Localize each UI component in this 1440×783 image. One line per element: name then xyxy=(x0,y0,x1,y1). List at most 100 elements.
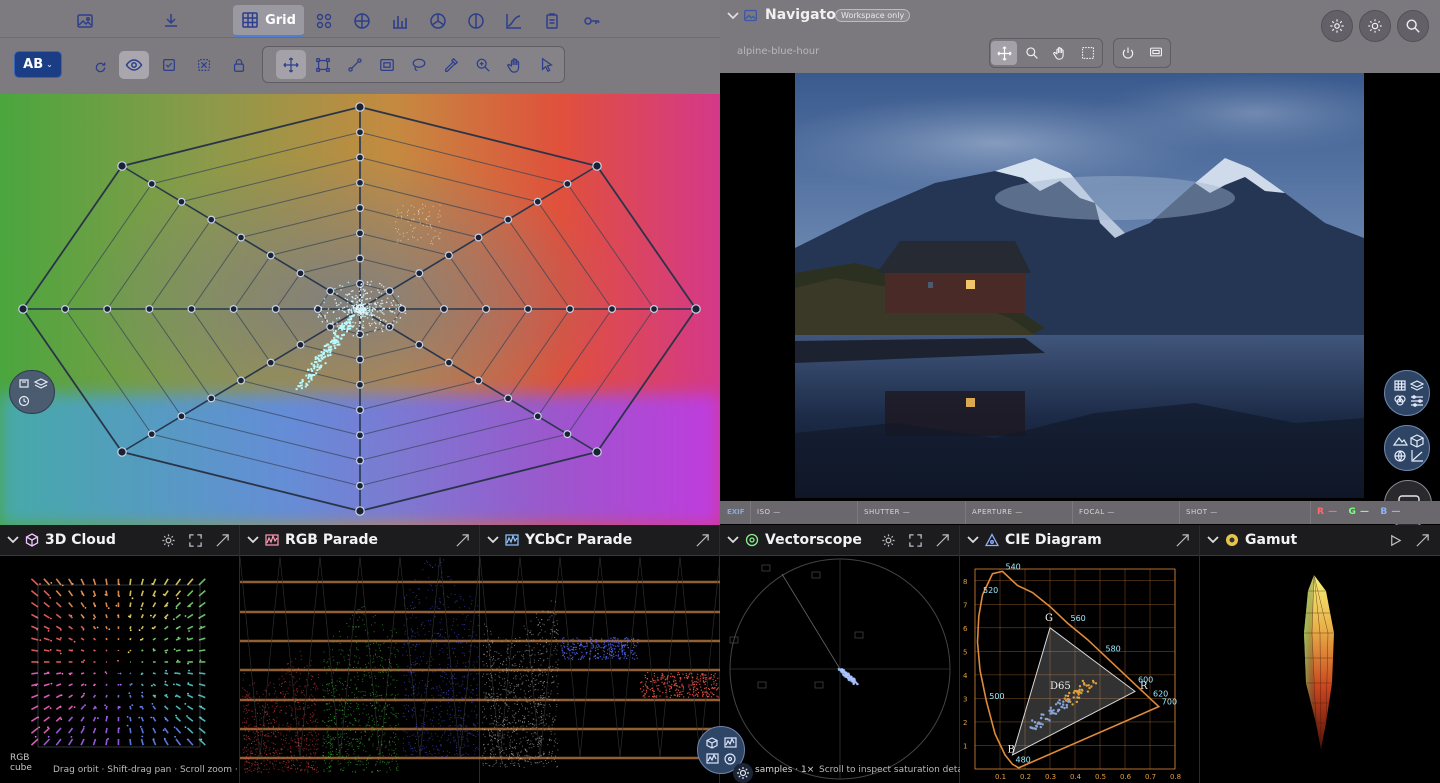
cloud-point xyxy=(96,626,99,629)
tab-grid[interactable]: Grid xyxy=(233,5,304,37)
ycbcr-sample xyxy=(551,755,552,757)
parade-sample xyxy=(402,670,404,672)
parade-sample xyxy=(279,711,281,713)
rgb-cube-cloud[interactable] xyxy=(20,573,220,763)
pointer-icon[interactable] xyxy=(536,54,558,76)
ycbcr-sample xyxy=(605,656,607,658)
web-node xyxy=(415,269,424,278)
ycbcr-sample xyxy=(675,680,677,682)
target-icon[interactable] xyxy=(351,10,373,32)
checkbox-icon[interactable] xyxy=(158,54,180,76)
zoom-icon[interactable] xyxy=(472,54,494,76)
parade-sample xyxy=(411,709,413,711)
key-icon[interactable] xyxy=(581,10,603,32)
rgb-parade-plot[interactable] xyxy=(240,557,480,783)
eyedropper-icon[interactable] xyxy=(440,54,462,76)
sun-icon[interactable] xyxy=(161,533,176,548)
refresh-icon[interactable] xyxy=(88,55,112,79)
transform-icon[interactable] xyxy=(312,54,334,76)
cloud-point xyxy=(50,617,52,620)
clipboard-icon[interactable] xyxy=(541,10,563,32)
chevron-down-icon[interactable] xyxy=(486,533,500,547)
ycbcr-sample xyxy=(529,758,531,760)
parade-sample xyxy=(462,717,464,719)
scopes-fab[interactable] xyxy=(1384,425,1430,471)
web-node xyxy=(444,251,453,260)
fullscreen-icon[interactable] xyxy=(908,533,923,548)
search-button[interactable] xyxy=(1397,10,1429,42)
parade-sample xyxy=(425,597,427,599)
marquee-icon[interactable] xyxy=(1078,43,1098,63)
parade-sample xyxy=(339,677,341,679)
parade-sample xyxy=(442,750,444,752)
chevron-down-icon[interactable] xyxy=(726,533,740,547)
parade-sample xyxy=(377,709,379,711)
chevron-down-icon[interactable] xyxy=(726,9,740,23)
ycbcr-sample xyxy=(604,651,606,653)
parade-sample xyxy=(368,724,370,726)
chevron-down-icon[interactable] xyxy=(6,533,20,547)
screen-icon[interactable] xyxy=(1146,42,1166,62)
image-icon[interactable] xyxy=(74,10,96,32)
layers-fab-button[interactable] xyxy=(9,370,55,414)
chevron-down-icon[interactable] xyxy=(246,533,260,547)
parade-sample xyxy=(322,684,323,686)
cie-diagram-plot[interactable]: 540560520580600620700500480GBD65 R0.1 0.2 0… xyxy=(960,557,1200,783)
brightness-button[interactable] xyxy=(1359,10,1391,42)
parade-sample xyxy=(364,694,366,696)
curve-icon[interactable] xyxy=(503,10,525,32)
search-icon[interactable] xyxy=(1022,43,1042,63)
settings-button[interactable] xyxy=(1321,10,1353,42)
download-icon[interactable] xyxy=(160,10,182,32)
grid-canvas[interactable] xyxy=(0,94,720,525)
expand-icon[interactable] xyxy=(935,533,950,548)
parade-sample xyxy=(456,695,458,697)
deselect-icon[interactable] xyxy=(193,54,215,76)
parade-sample xyxy=(334,739,336,740)
expand-icon[interactable] xyxy=(455,533,470,548)
ycbcr-sample xyxy=(527,715,529,716)
vectorscope-plot[interactable] xyxy=(720,557,960,783)
chevron-down-icon[interactable] xyxy=(966,533,980,547)
power-icon[interactable] xyxy=(1118,43,1138,63)
scatter-point xyxy=(358,304,361,306)
parade-sample xyxy=(279,706,281,708)
parade-sample xyxy=(324,739,326,740)
parade-sample xyxy=(466,737,468,739)
cloud-point xyxy=(105,738,108,746)
link-icon[interactable] xyxy=(344,54,366,76)
sun-icon[interactable] xyxy=(881,533,896,548)
expand-icon[interactable] xyxy=(695,533,710,548)
ycbcr-parade-plot[interactable] xyxy=(480,557,720,783)
ycbcr-sample xyxy=(490,729,492,731)
color-web-grid[interactable] xyxy=(0,94,720,525)
ycbcr-sample xyxy=(551,669,553,671)
scatter-point xyxy=(391,311,394,313)
nav-move-button[interactable] xyxy=(991,41,1017,65)
ycbcr-sample xyxy=(533,723,535,725)
histogram-icon[interactable] xyxy=(389,10,411,32)
ab-compare-button[interactable]: AB ⌄ xyxy=(14,51,62,78)
ycbcr-sample xyxy=(491,677,493,679)
fullscreen-icon[interactable] xyxy=(188,533,203,548)
cloud-point xyxy=(140,727,144,734)
rgb-icon xyxy=(1394,395,1406,406)
lock-icon[interactable] xyxy=(228,54,250,76)
wheel-icon[interactable] xyxy=(427,10,449,32)
frame-icon[interactable] xyxy=(376,54,398,76)
view-options-fab[interactable] xyxy=(1384,370,1430,416)
cluster-icon[interactable] xyxy=(313,10,335,32)
expand-icon[interactable] xyxy=(215,533,230,548)
move-tool-button[interactable] xyxy=(276,50,306,79)
balance-icon[interactable] xyxy=(465,10,487,32)
visibility-toggle-button[interactable] xyxy=(119,51,149,79)
hand-icon[interactable] xyxy=(504,54,526,76)
expand-icon[interactable] xyxy=(1175,533,1190,548)
lasso-icon[interactable] xyxy=(408,54,430,76)
parade-sample xyxy=(414,664,416,666)
ycbcr-sample xyxy=(660,678,662,680)
parade-sample xyxy=(317,721,319,723)
hand-icon[interactable] xyxy=(1050,43,1070,63)
parade-sample xyxy=(288,742,290,744)
ycbcr-sample xyxy=(516,757,517,759)
